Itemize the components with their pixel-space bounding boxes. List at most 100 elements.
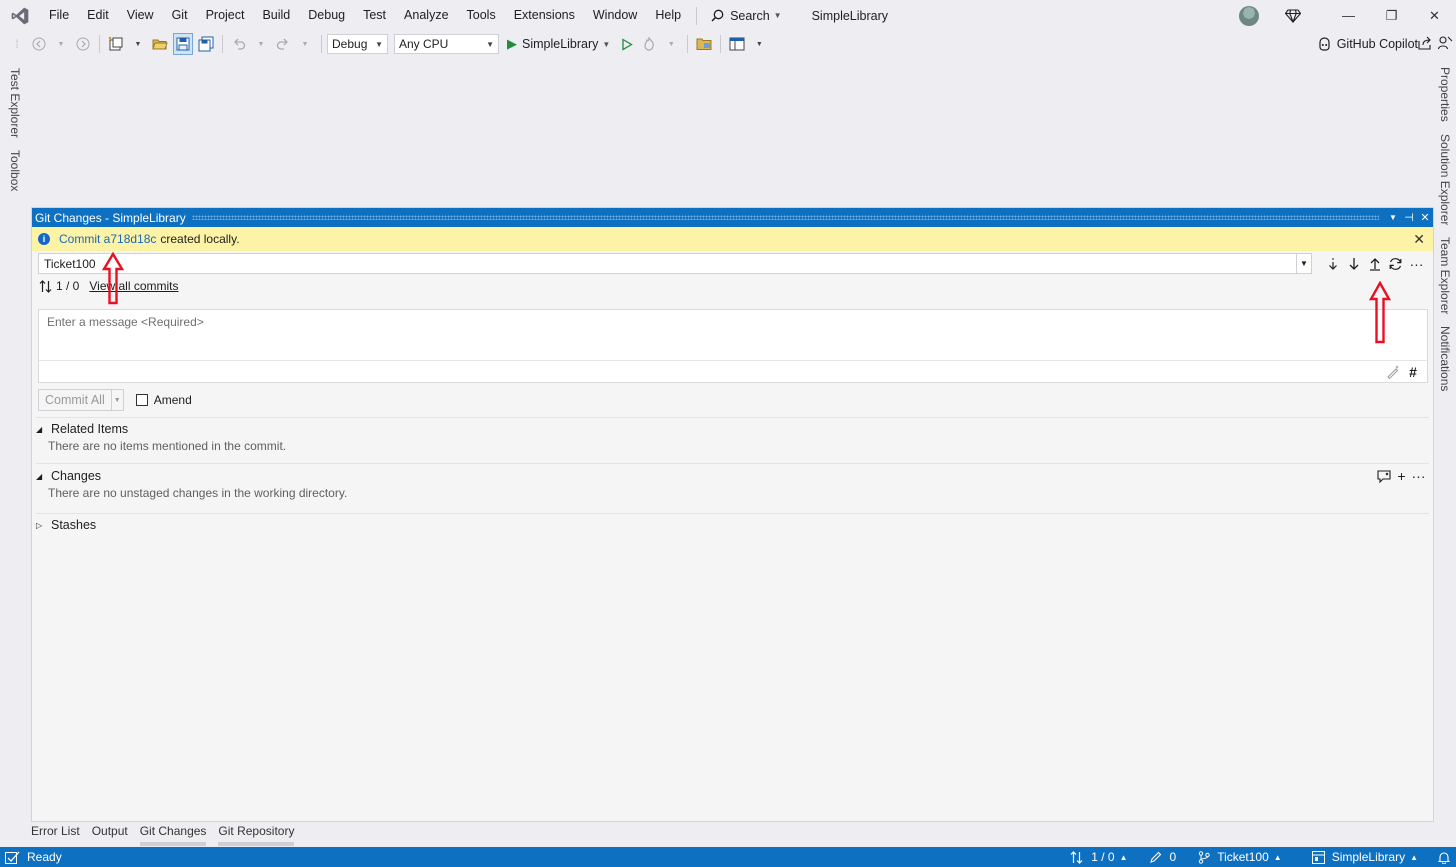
- solution-configuration-select[interactable]: Debug ▼: [327, 34, 388, 54]
- navigate-back-button[interactable]: [30, 33, 48, 55]
- redo-button[interactable]: [274, 33, 292, 55]
- browse-folder-button[interactable]: [695, 33, 713, 55]
- commit-all-button[interactable]: Commit All ▼: [38, 389, 124, 411]
- tab-toolbox[interactable]: Toolbox: [8, 146, 22, 195]
- visual-studio-logo-icon[interactable]: [10, 6, 30, 26]
- menu-analyze[interactable]: Analyze: [395, 0, 457, 31]
- stashes-title: Stashes: [51, 518, 97, 532]
- diamond-icon[interactable]: [1285, 8, 1301, 23]
- pin-icon[interactable]: ⊣: [1401, 211, 1417, 224]
- menu-extensions[interactable]: Extensions: [505, 0, 584, 31]
- tab-error-list[interactable]: Error List: [31, 822, 80, 846]
- search-button[interactable]: Search ▼: [703, 9, 790, 23]
- menu-help[interactable]: Help: [646, 0, 690, 31]
- related-items-empty-text: There are no items mentioned in the comm…: [48, 439, 287, 453]
- start-without-debugging-button[interactable]: [618, 33, 636, 55]
- commit-dropdown-icon[interactable]: ▼: [110, 390, 123, 410]
- hot-reload-dropdown-icon[interactable]: ▼: [662, 33, 680, 55]
- tab-notifications[interactable]: Notifications: [1438, 323, 1452, 394]
- status-sync[interactable]: 1 / 0 ▲: [1070, 850, 1128, 864]
- undo-button[interactable]: [230, 33, 248, 55]
- status-branch[interactable]: Ticket100 ▲: [1198, 850, 1282, 864]
- more-options-icon[interactable]: ···: [1410, 468, 1427, 484]
- minimize-button[interactable]: —: [1327, 0, 1370, 31]
- tab-properties[interactable]: Properties: [1438, 64, 1452, 125]
- toolbar-overflow-icon[interactable]: ▼: [750, 33, 768, 55]
- stashes-header[interactable]: ▷ Stashes: [32, 517, 1433, 533]
- push-button[interactable]: [1364, 253, 1385, 274]
- forward-arrow-icon: [76, 37, 90, 51]
- menu-edit[interactable]: Edit: [78, 0, 118, 31]
- branch-value: Ticket100: [44, 256, 96, 271]
- feedback-icon[interactable]: [1437, 36, 1453, 53]
- tab-solution-explorer[interactable]: Solution Explorer: [1438, 131, 1452, 228]
- navigate-forward-button[interactable]: [74, 33, 92, 55]
- restore-button[interactable]: ❐: [1370, 0, 1413, 31]
- close-panel-button[interactable]: ✕: [1417, 211, 1433, 224]
- notifications-bell-icon[interactable]: [1438, 851, 1450, 864]
- menu-view[interactable]: View: [118, 0, 163, 31]
- start-debugging-button[interactable]: ▶ SimpleLibrary ▼: [507, 36, 610, 52]
- layout-button[interactable]: [728, 33, 746, 55]
- github-copilot-button[interactable]: GitHub Copilot: [1317, 31, 1418, 57]
- back-dropdown-icon[interactable]: ▼: [52, 33, 70, 55]
- share-icon[interactable]: [1418, 36, 1432, 53]
- new-project-button[interactable]: [107, 33, 125, 55]
- collapse-triangle-icon: ◢: [36, 425, 43, 434]
- status-pending-changes[interactable]: 0: [1149, 850, 1176, 864]
- changes-header[interactable]: ◢ Changes: [32, 468, 1433, 484]
- open-file-button[interactable]: [151, 33, 169, 55]
- pull-button[interactable]: [1343, 253, 1364, 274]
- collapse-triangle-icon: ◢: [36, 472, 43, 481]
- save-all-button[interactable]: [197, 33, 215, 55]
- tab-git-changes[interactable]: Git Changes: [139, 822, 207, 846]
- comment-icon[interactable]: [1376, 468, 1393, 484]
- related-items-header[interactable]: ◢ Related Items: [32, 421, 1433, 437]
- sync-icon: [1389, 257, 1402, 270]
- new-dropdown-icon[interactable]: ▼: [129, 33, 147, 55]
- section-divider: [36, 417, 1429, 418]
- menu-build[interactable]: Build: [253, 0, 299, 31]
- tab-test-explorer[interactable]: Test Explorer: [8, 64, 22, 142]
- tab-team-explorer[interactable]: Team Explorer: [1438, 234, 1452, 317]
- generate-message-button[interactable]: [1383, 362, 1403, 382]
- window-position-button[interactable]: ▼: [1385, 213, 1401, 222]
- menu-git[interactable]: Git: [163, 0, 197, 31]
- close-icon[interactable]: ✕: [1413, 231, 1425, 248]
- tab-output[interactable]: Output: [92, 822, 128, 846]
- hot-reload-button[interactable]: [640, 33, 658, 55]
- menu-window[interactable]: Window: [584, 0, 646, 31]
- menu-test[interactable]: Test: [354, 0, 395, 31]
- reference-work-item-button[interactable]: #: [1403, 362, 1423, 382]
- amend-checkbox[interactable]: [135, 394, 148, 406]
- more-actions-icon[interactable]: ···: [1406, 253, 1427, 274]
- panel-title-bar[interactable]: Git Changes - SimpleLibrary ▼ ⊣ ✕: [32, 208, 1433, 227]
- redo-icon: [276, 38, 288, 50]
- fetch-button[interactable]: [1322, 253, 1343, 274]
- status-repository[interactable]: SimpleLibrary ▲: [1311, 850, 1418, 864]
- menu-debug[interactable]: Debug: [299, 0, 354, 31]
- close-window-button[interactable]: ✕: [1413, 0, 1456, 31]
- amend-option[interactable]: Amend: [135, 393, 192, 407]
- info-bar: i Commit a718d18c created locally. ✕: [32, 227, 1433, 251]
- commit-message-input[interactable]: [39, 310, 1427, 360]
- menu-tools[interactable]: Tools: [458, 0, 505, 31]
- solution-platform-select[interactable]: Any CPU ▼: [394, 34, 499, 54]
- undo-dropdown-icon[interactable]: ▼: [252, 33, 270, 55]
- chevron-up-icon: ▲: [1119, 852, 1128, 862]
- startup-project-label: SimpleLibrary: [522, 37, 599, 51]
- add-icon[interactable]: +: [1393, 468, 1410, 484]
- status-branch-name: Ticket100: [1217, 850, 1269, 864]
- menu-file[interactable]: File: [40, 0, 78, 31]
- branch-select[interactable]: Ticket100 ▼: [38, 253, 1312, 274]
- chevron-down-icon[interactable]: ▼: [1296, 254, 1311, 273]
- commit-link[interactable]: Commit a718d18c: [59, 232, 156, 246]
- tab-git-repository[interactable]: Git Repository: [218, 822, 295, 846]
- menu-project[interactable]: Project: [197, 0, 254, 31]
- stashes-section: ▷ Stashes: [32, 517, 1433, 533]
- toolbar-separator: [687, 35, 689, 53]
- save-button[interactable]: [173, 33, 193, 55]
- sync-button[interactable]: [1385, 253, 1406, 274]
- redo-dropdown-icon[interactable]: ▼: [296, 33, 314, 55]
- avatar[interactable]: [1239, 5, 1259, 26]
